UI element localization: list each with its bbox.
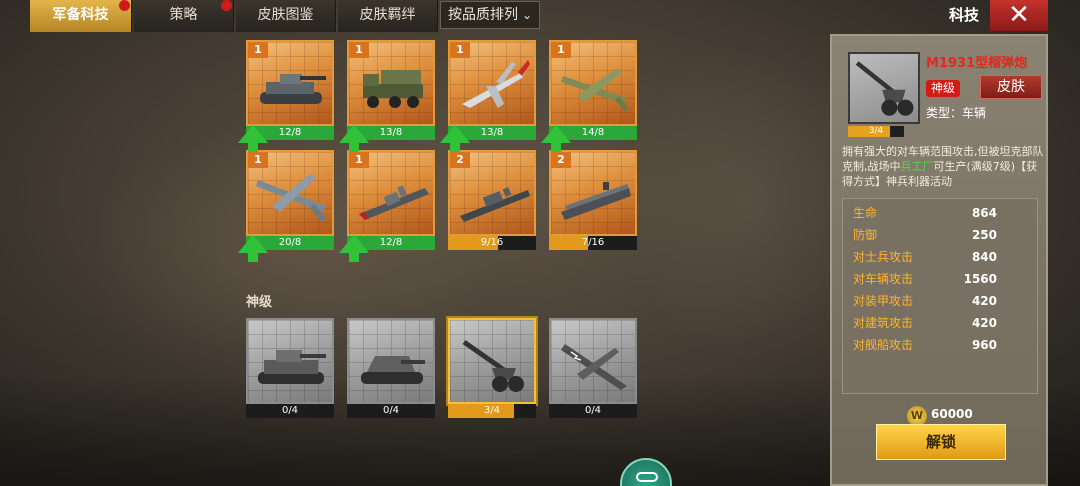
howitzer-icon bbox=[462, 339, 524, 392]
gamepad-icon bbox=[636, 472, 658, 482]
unit-card[interactable]: 0/4 bbox=[549, 318, 637, 418]
howitzer-icon bbox=[855, 61, 914, 116]
unit-card-selected[interactable]: 3/4 bbox=[448, 318, 536, 418]
heavy-tank-icon bbox=[258, 350, 326, 384]
cruiser-icon bbox=[359, 185, 429, 220]
carrier-icon bbox=[561, 182, 631, 220]
progress-bar: 0/4 bbox=[246, 404, 334, 418]
unit-card[interactable]: 1 12/8 bbox=[339, 150, 435, 262]
unit-card[interactable]: 1 12/8 bbox=[238, 40, 334, 152]
stat-row: 对建筑攻击 420 bbox=[853, 316, 997, 330]
unlock-price: 60000 bbox=[931, 407, 973, 421]
chevron-down-icon: ⌄ bbox=[521, 8, 533, 22]
tab-skin-gallery[interactable]: 皮肤图鉴 bbox=[236, 0, 336, 32]
tab-skin-bond[interactable]: 皮肤羁绊 bbox=[338, 0, 438, 32]
stat-row: 对车辆攻击 1560 bbox=[853, 272, 997, 286]
unit-progress-bar: 3/4 bbox=[848, 126, 904, 137]
unlock-button[interactable]: 解锁 bbox=[876, 424, 1006, 460]
level-badge: 2 bbox=[450, 152, 470, 168]
progress-bar: 7/16 bbox=[549, 236, 637, 250]
arsenal-link: 兵工厂 bbox=[900, 160, 934, 173]
notification-dot bbox=[119, 0, 130, 11]
tab-label: 皮肤羁绊 bbox=[359, 7, 416, 23]
unit-card[interactable]: 0/4 bbox=[347, 318, 435, 418]
shark-fighter-icon bbox=[561, 344, 627, 390]
upgrade-arrow-icon bbox=[238, 235, 268, 262]
upgrade-arrow-icon bbox=[440, 125, 470, 152]
progress-bar: 9/16 bbox=[448, 236, 536, 250]
section-label-divine: 神级 bbox=[246, 295, 273, 310]
unit-card[interactable]: 1 13/8 bbox=[339, 40, 435, 152]
heavy-bomber-icon bbox=[256, 174, 326, 222]
level-badge: 1 bbox=[349, 152, 369, 168]
level-badge: 2 bbox=[551, 152, 571, 168]
tab-strategy[interactable]: 策略 bbox=[134, 0, 234, 32]
jet-fighter-icon bbox=[462, 60, 530, 108]
upgrade-arrow-icon bbox=[541, 125, 571, 152]
unit-card[interactable]: 1 13/8 bbox=[440, 40, 536, 152]
unit-name: M1931型榴弹炮 bbox=[926, 56, 1028, 71]
notification-dot bbox=[221, 0, 232, 11]
tank-icon bbox=[260, 74, 326, 104]
unit-card[interactable]: 2 9/16 bbox=[448, 150, 536, 250]
assault-gun-icon bbox=[361, 356, 425, 384]
tab-label: 皮肤图鉴 bbox=[257, 7, 314, 23]
upgrade-arrow-icon bbox=[238, 125, 268, 152]
sort-label: 按品质排列 bbox=[447, 7, 518, 23]
stat-row: 对士兵攻击 840 bbox=[853, 250, 997, 264]
unit-card[interactable]: 0/4 bbox=[246, 318, 334, 418]
bomber-icon bbox=[561, 68, 629, 112]
coin-icon: W bbox=[907, 406, 927, 426]
tab-label: 策略 bbox=[169, 7, 198, 23]
page-title: 科技 bbox=[948, 6, 979, 24]
unit-card[interactable]: 1 14/8 bbox=[541, 40, 637, 152]
unit-detail-panel: 3/4 M1931型榴弹炮 神级 皮肤 类型：车辆 拥有强大的对车辆范围攻击,但… bbox=[830, 34, 1048, 486]
level-badge: 1 bbox=[248, 42, 268, 58]
stat-row: 对舰船攻击 960 bbox=[853, 338, 997, 352]
level-badge: 1 bbox=[349, 42, 369, 58]
battleship-icon bbox=[460, 187, 530, 222]
unit-preview bbox=[848, 52, 920, 124]
close-button[interactable]: ✕ bbox=[990, 0, 1048, 31]
stat-row: 对装甲攻击 420 bbox=[853, 294, 997, 308]
unit-description: 拥有强大的对车辆范围攻击,但被坦克部队克制,战场中兵工厂可生产(满级7级)【获得… bbox=[842, 145, 1044, 188]
top-tab-bar: 军备科技 策略 皮肤图鉴 皮肤羁绊 按品质排列 ⌄ 科技 ✕ bbox=[0, 0, 1080, 32]
unit-type: 类型：车辆 bbox=[926, 106, 987, 120]
sort-by-quality-dropdown[interactable]: 按品质排列 ⌄ bbox=[440, 1, 540, 29]
unit-card[interactable]: 1 20/8 bbox=[238, 150, 334, 262]
progress-bar: 3/4 bbox=[448, 404, 536, 418]
stats-table: 生命 864 防御 250 对士兵攻击 840 对车辆攻击 1560 对装甲攻击 420 … bbox=[842, 198, 1038, 394]
upgrade-arrow-icon bbox=[339, 125, 369, 152]
level-badge: 1 bbox=[248, 152, 268, 168]
stat-row: 防御 250 bbox=[853, 228, 997, 242]
upgrade-arrow-icon bbox=[339, 235, 369, 262]
progress-bar: 0/4 bbox=[347, 404, 435, 418]
level-badge: 1 bbox=[551, 42, 571, 58]
skin-button[interactable]: 皮肤 bbox=[980, 75, 1042, 99]
unit-card[interactable]: 2 7/16 bbox=[549, 150, 637, 250]
tab-label: 军备科技 bbox=[52, 7, 109, 23]
progress-bar: 0/4 bbox=[549, 404, 637, 418]
grade-badge: 神级 bbox=[926, 80, 960, 97]
stat-row: 生命 864 bbox=[853, 206, 997, 220]
level-badge: 1 bbox=[450, 42, 470, 58]
tab-military-tech[interactable]: 军备科技 bbox=[30, 0, 132, 32]
rocket-truck-icon bbox=[363, 70, 423, 108]
